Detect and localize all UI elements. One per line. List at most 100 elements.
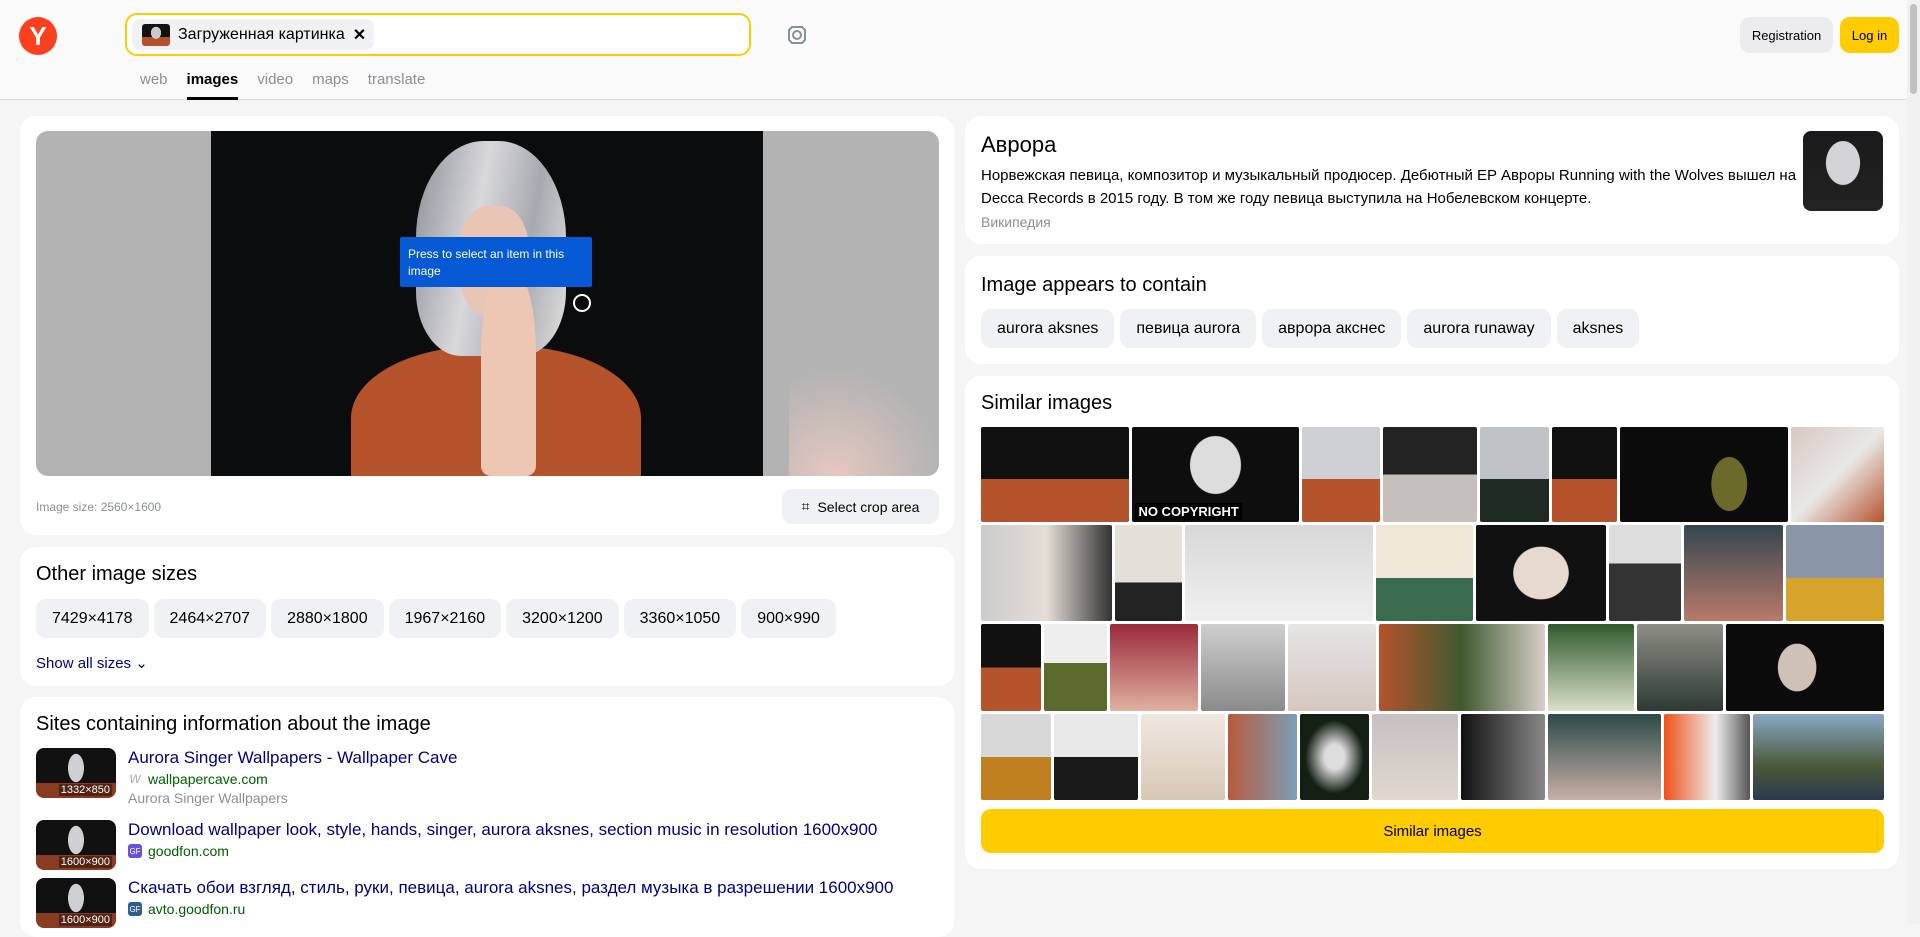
similar-image[interactable] — [1227, 714, 1297, 800]
sites-card: Sites containing information about the i… — [20, 697, 954, 937]
similar-image[interactable] — [1200, 624, 1286, 711]
close-icon[interactable]: ✕ — [353, 25, 366, 45]
similar-image[interactable] — [1054, 714, 1139, 800]
search-input[interactable]: Загруженная картинка ✕ — [125, 13, 751, 56]
similar-image[interactable] — [1115, 525, 1182, 621]
similar-image[interactable] — [1475, 525, 1606, 621]
similar-image[interactable]: NO COPYRIGHT — [1132, 427, 1300, 522]
tag-chip[interactable]: aksnes — [1556, 309, 1640, 348]
login-button[interactable]: Log in — [1840, 17, 1899, 53]
similar-image[interactable] — [1785, 525, 1884, 621]
site-domain[interactable]: wallpapercave.com — [148, 771, 268, 787]
wallpapercave-favicon-icon: W — [128, 772, 142, 786]
site-image-size: 1600×900 — [58, 856, 112, 868]
site-result: 1600×900 Скачать обои взгляд, стиль, рук… — [36, 878, 893, 928]
similar-image[interactable] — [1288, 624, 1376, 711]
select-point-marker[interactable] — [573, 294, 591, 312]
entity-image[interactable] — [1803, 131, 1883, 211]
site-image-size: 1600×900 — [58, 914, 112, 926]
tab-images[interactable]: images — [186, 71, 238, 100]
similar-image[interactable] — [1619, 427, 1788, 522]
similar-image[interactable] — [1044, 624, 1108, 711]
tag-chip[interactable]: aurora aksnes — [981, 309, 1115, 348]
similar-image[interactable] — [1299, 714, 1369, 800]
yandex-logo[interactable]: Y — [19, 17, 57, 55]
similar-image[interactable] — [981, 427, 1130, 522]
tab-video[interactable]: video — [257, 71, 293, 100]
camera-search-icon[interactable] — [785, 22, 809, 46]
site-thumbnail[interactable]: 1600×900 — [36, 820, 116, 870]
similar-images-card: Similar images NO COPYRIGHT Similar imag… — [965, 376, 1899, 869]
tag-chip[interactable]: aurora runaway — [1407, 309, 1551, 348]
site-thumbnail[interactable]: 1600×900 — [36, 878, 116, 928]
similar-image[interactable] — [1637, 624, 1724, 711]
similar-image[interactable] — [1141, 714, 1225, 800]
similar-image[interactable] — [1753, 714, 1885, 800]
site-title-link[interactable]: Скачать обои взгляд, стиль, руки, певица… — [128, 878, 893, 898]
similar-image[interactable] — [1184, 525, 1373, 621]
similar-image[interactable] — [1551, 427, 1617, 522]
site-thumbnail[interactable]: 1332×850 — [36, 748, 116, 798]
contains-title: Image appears to contain — [981, 274, 1207, 296]
similar-image[interactable] — [1110, 624, 1198, 711]
tab-web[interactable]: web — [140, 71, 168, 100]
size-chip[interactable]: 900×990 — [741, 599, 836, 638]
uploaded-image-chip[interactable]: Загруженная картинка ✕ — [132, 19, 375, 50]
site-title-link[interactable]: Aurora Singer Wallpapers - Wallpaper Cav… — [128, 748, 457, 768]
similar-image[interactable] — [1382, 427, 1477, 522]
similar-images-button[interactable]: Similar images — [981, 809, 1884, 853]
similar-image[interactable] — [1608, 525, 1682, 621]
similar-images-grid: NO COPYRIGHT — [981, 427, 1885, 803]
entity-title[interactable]: Аврора — [981, 132, 1056, 158]
similar-image[interactable] — [1684, 525, 1783, 621]
contains-card: Image appears to contain aurora aksnes п… — [965, 256, 1899, 364]
select-crop-button[interactable]: ⌗ Select crop area — [782, 489, 939, 524]
show-all-sizes-link[interactable]: Show all sizes ⌄ — [36, 654, 148, 672]
crop-icon: ⌗ — [801, 498, 810, 514]
site-result: 1600×900 Download wallpaper look, style,… — [36, 820, 877, 870]
similar-image[interactable] — [981, 624, 1042, 711]
no-copyright-watermark: NO COPYRIGHT — [1135, 503, 1242, 520]
search-tabs: web images video maps translate — [140, 71, 425, 100]
similar-image[interactable] — [1480, 427, 1549, 522]
select-crop-label: Select crop area — [817, 498, 920, 515]
similar-image[interactable] — [1790, 427, 1885, 522]
site-title-link[interactable]: Download wallpaper look, style, hands, s… — [128, 820, 877, 840]
header: Y Загруженная картинка ✕ Registration Lo… — [0, 0, 1907, 100]
entity-source-link[interactable]: Википедия — [981, 214, 1051, 230]
image-viewer[interactable]: Press to select an item in this image — [36, 131, 939, 476]
similar-image[interactable] — [1375, 525, 1473, 621]
tab-translate[interactable]: translate — [368, 71, 426, 100]
site-description: Aurora Singer Wallpapers — [128, 790, 288, 806]
tag-chip[interactable]: певица aurora — [1120, 309, 1257, 348]
entity-card: Аврора Норвежская певица, композитор и м… — [965, 116, 1899, 244]
similar-image[interactable] — [1302, 427, 1380, 522]
image-size-label: Image size: 2560×1600 — [36, 500, 162, 514]
similar-image[interactable] — [981, 714, 1052, 800]
size-chip[interactable]: 7429×4178 — [36, 599, 149, 638]
scrollbar-thumb[interactable] — [1910, 4, 1917, 94]
similar-image[interactable] — [1461, 714, 1545, 800]
page-scrollbar[interactable] — [1907, 0, 1920, 924]
similar-image[interactable] — [1664, 714, 1751, 800]
other-sizes-card: Other image sizes 7429×4178 2464×2707 28… — [20, 547, 954, 686]
similar-image[interactable] — [1548, 624, 1635, 711]
size-chip[interactable]: 2464×2707 — [153, 599, 267, 638]
similar-image[interactable] — [1726, 624, 1884, 711]
similar-image[interactable] — [1547, 714, 1662, 800]
size-chip[interactable]: 1967×2160 — [388, 599, 502, 638]
similar-image[interactable] — [1378, 624, 1546, 711]
registration-button[interactable]: Registration — [1740, 17, 1833, 53]
site-domain[interactable]: goodfon.com — [148, 843, 229, 859]
similar-image[interactable] — [981, 525, 1113, 621]
site-domain[interactable]: avto.goodfon.ru — [148, 901, 245, 917]
size-chip[interactable]: 3200×1200 — [506, 599, 619, 638]
size-chip[interactable]: 2880×1800 — [271, 599, 384, 638]
tag-chip[interactable]: аврора акснес — [1262, 309, 1402, 348]
size-chip[interactable]: 3360×1050 — [623, 599, 737, 638]
site-image-size: 1332×850 — [58, 784, 112, 796]
similar-image[interactable] — [1371, 714, 1459, 800]
uploaded-photo[interactable] — [211, 131, 763, 476]
tab-maps[interactable]: maps — [312, 71, 349, 100]
show-all-label: Show all sizes — [36, 655, 132, 672]
